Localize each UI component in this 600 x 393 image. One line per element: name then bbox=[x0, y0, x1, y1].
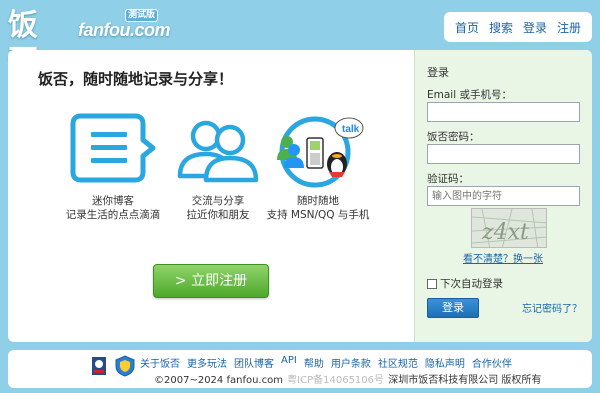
footer-links: 关于饭否 更多玩法 团队博客 API 帮助 用户条款 社区规范 隐私声明 合作伙… bbox=[140, 355, 519, 370]
police-badge-icon[interactable] bbox=[90, 355, 108, 377]
msn-qq-phone-icon: talk bbox=[253, 112, 383, 194]
page-headline: 饭否，随时随地记录与分享！ bbox=[38, 70, 234, 88]
footer-link-partners[interactable]: 合作伙伴 bbox=[472, 355, 519, 370]
captcha-input[interactable] bbox=[427, 186, 580, 206]
auto-login-label: 下次自动登录 bbox=[440, 278, 503, 290]
top-navigation: 首页 搜索 登录 注册 bbox=[443, 12, 592, 42]
main-panel: 饭否，随时随地记录与分享！ 迷你博客 记录生活的点点滴滴 交流与分享 拉近你和朋… bbox=[8, 50, 592, 342]
nav-login-link[interactable]: 登录 bbox=[518, 19, 552, 36]
footer: 关于饭否 更多玩法 团队博客 API 帮助 用户条款 社区规范 隐私声明 合作伙… bbox=[8, 350, 592, 388]
copyright-line: ©2007~2024 fanfou.com 粤ICP备14065106号 深圳市… bbox=[154, 371, 541, 386]
feature-anywhere: talk 随时随地 支持 MSN/QQ 与手机 bbox=[253, 112, 383, 222]
email-field[interactable] bbox=[427, 102, 580, 122]
auto-login-row[interactable]: 下次自动登录 bbox=[427, 276, 503, 291]
captcha-text: z4xt bbox=[481, 220, 529, 245]
beta-badge: 测试版 bbox=[125, 9, 159, 22]
logo-english-text: fanfou.com bbox=[78, 20, 171, 40]
feature-description: 支持 MSN/QQ 与手机 bbox=[266, 209, 370, 221]
email-label: Email 或手机号： bbox=[427, 89, 512, 101]
feature-title: 随时随地 bbox=[297, 195, 339, 207]
login-title: 登录 bbox=[427, 66, 449, 79]
copyright-text: ©2007~2024 fanfou.com bbox=[154, 375, 283, 386]
password-field[interactable] bbox=[427, 144, 580, 164]
footer-link-terms[interactable]: 用户条款 bbox=[331, 355, 378, 370]
intro-section: 饭否，随时随地记录与分享！ 迷你博客 记录生活的点点滴滴 交流与分享 拉近你和朋… bbox=[8, 50, 414, 342]
register-now-button[interactable]: > 立即注册 bbox=[153, 264, 269, 298]
footer-link-more[interactable]: 更多玩法 bbox=[187, 355, 234, 370]
footer-link-api[interactable]: API bbox=[281, 355, 304, 370]
nav-register-link[interactable]: 注册 bbox=[552, 19, 586, 36]
footer-link-blog[interactable]: 团队博客 bbox=[234, 355, 281, 370]
footer-link-community[interactable]: 社区规范 bbox=[378, 355, 425, 370]
shield-icon[interactable] bbox=[114, 355, 136, 377]
footer-link-about[interactable]: 关于饭否 bbox=[140, 355, 187, 370]
footer-link-help[interactable]: 帮助 bbox=[304, 355, 331, 370]
nav-search-link[interactable]: 搜索 bbox=[484, 19, 518, 36]
login-panel: 登录 Email 或手机号： 饭否密码： 验证码： z4xt 看不清楚？换一张 … bbox=[414, 50, 592, 342]
footer-link-privacy[interactable]: 隐私声明 bbox=[425, 355, 472, 370]
captcha-label: 验证码： bbox=[427, 173, 469, 185]
auto-login-checkbox[interactable] bbox=[427, 278, 437, 289]
password-label: 饭否密码： bbox=[427, 131, 480, 143]
nav-home-link[interactable]: 首页 bbox=[450, 19, 484, 36]
footer-badges bbox=[90, 355, 136, 377]
captcha-image[interactable]: z4xt bbox=[471, 208, 547, 248]
forgot-password-link[interactable]: 忘记密码了？ bbox=[522, 300, 582, 315]
login-submit-button[interactable]: 登录 bbox=[427, 298, 479, 318]
icp-number[interactable]: 粤ICP备14065106号 bbox=[287, 375, 384, 386]
refresh-captcha-link[interactable]: 看不清楚？换一张 bbox=[463, 250, 543, 265]
company-name: 深圳市饭否科技有限公司 版权所有 bbox=[388, 375, 542, 386]
talk-bubble-text: talk bbox=[342, 124, 360, 135]
